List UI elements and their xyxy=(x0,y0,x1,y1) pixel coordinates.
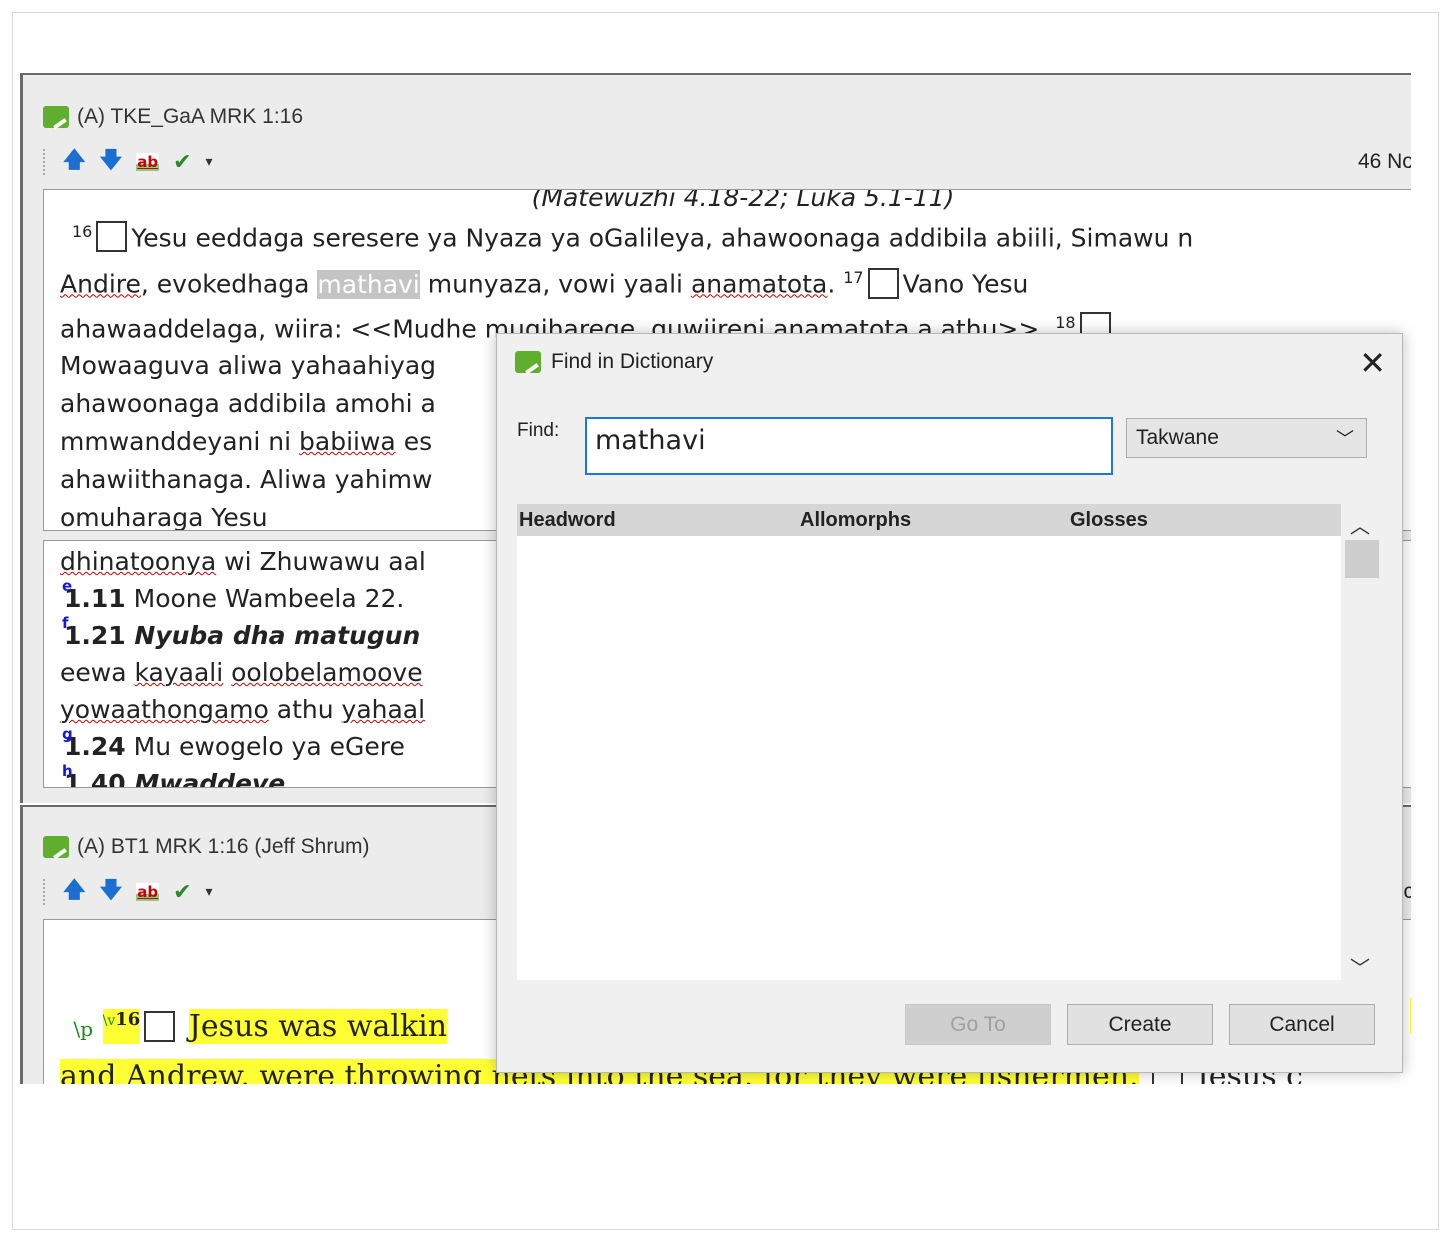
selected-word[interactable]: mathavi xyxy=(317,269,420,299)
chevron-down-icon: ﹀ xyxy=(1336,429,1354,449)
column-headword[interactable]: Headword xyxy=(519,509,616,532)
clipped-text: i xyxy=(1410,471,1411,500)
text-line: 16 Yesu eeddaga seresere ya Nyaza ya oGal… xyxy=(71,221,1194,253)
window-title-bar[interactable]: (A) BT1 MRK 1:16 (Jeff Shrum) xyxy=(43,832,370,862)
verse-checkbox[interactable] xyxy=(96,221,128,253)
column-glosses[interactable]: Glosses xyxy=(1070,509,1148,532)
language-selected: Takwane xyxy=(1136,426,1219,449)
arrow-down-icon[interactable]: 🡇 xyxy=(100,873,123,911)
window-toolbar: 🡅 🡇 ab ✔ ▾ 46 No xyxy=(43,147,1411,177)
paratext-leaf-icon xyxy=(43,836,69,858)
verse-checkbox[interactable] xyxy=(867,267,899,299)
create-button[interactable]: Create xyxy=(1067,1004,1213,1045)
go-to-button[interactable]: Go To xyxy=(905,1004,1051,1045)
window-title: (A) TKE_GaA MRK 1:16 xyxy=(77,105,304,128)
verse-checkbox[interactable] xyxy=(144,1011,176,1042)
find-label: Find: xyxy=(517,420,560,441)
notes-count[interactable]: c xyxy=(1404,880,1412,904)
toolbar-grip[interactable] xyxy=(43,879,49,905)
arrow-up-icon[interactable]: 🡅 xyxy=(63,143,86,181)
scrollbar-thumb[interactable] xyxy=(1345,540,1379,578)
clipped-text: r xyxy=(1410,998,1411,1033)
text-line: Andire, evokedhaga mathavi munyaza, vowi… xyxy=(60,267,1029,299)
chevron-down-icon[interactable]: ▾ xyxy=(206,154,213,170)
column-allomorphs[interactable]: Allomorphs xyxy=(800,509,911,532)
spell-check-icon[interactable]: ab xyxy=(136,883,160,901)
footnote-marker[interactable]: f xyxy=(62,605,69,642)
checkmark-icon[interactable]: ✔ xyxy=(173,150,191,175)
footnote-marker[interactable]: g xyxy=(62,716,73,753)
clipped-text: u xyxy=(1410,357,1411,386)
chevron-up-icon[interactable]: ︿ xyxy=(1350,510,1370,539)
results-list[interactable]: Headword Allomorphs Glosses ︿ ﹀ xyxy=(517,504,1379,980)
close-icon[interactable]: ✕ xyxy=(1359,344,1386,382)
paratext-leaf-icon xyxy=(43,106,69,128)
paratext-leaf-icon xyxy=(515,351,541,373)
dialog-title: Find in Dictionary xyxy=(551,350,714,373)
footnote-marker[interactable]: h xyxy=(62,753,73,787)
toolbar-grip[interactable] xyxy=(43,149,49,175)
window-title-bar[interactable]: (A) TKE_GaA MRK 1:16 xyxy=(43,102,303,132)
notes-count[interactable]: 46 No xyxy=(1358,150,1411,174)
dialog-title-bar[interactable]: Find in Dictionary xyxy=(515,350,713,374)
spell-check-icon[interactable]: ab xyxy=(136,153,160,171)
chevron-down-icon[interactable]: ▾ xyxy=(206,884,213,900)
cancel-button[interactable]: Cancel xyxy=(1229,1004,1375,1045)
language-dropdown[interactable]: Takwane ﹀ xyxy=(1126,418,1367,458)
window-title: (A) BT1 MRK 1:16 (Jeff Shrum) xyxy=(77,835,370,858)
arrow-up-icon[interactable]: 🡅 xyxy=(63,873,86,911)
checkmark-icon[interactable]: ✔ xyxy=(173,880,191,905)
section-reference-heading: (Matewuzhi 4.18-22; Luka 5.1-11) xyxy=(531,189,955,212)
footnote-marker[interactable]: e xyxy=(62,568,72,605)
find-input[interactable]: mathavi xyxy=(585,417,1113,475)
chevron-down-icon[interactable]: ﹀ xyxy=(1350,952,1370,981)
vertical-scrollbar[interactable]: ︿ ﹀ xyxy=(1341,504,1379,980)
arrow-down-icon[interactable]: 🡇 xyxy=(100,143,123,181)
clipped-text: s xyxy=(1410,641,1411,670)
find-in-dictionary-dialog: Find in Dictionary ✕ Find: mathavi Takwa… xyxy=(496,333,1403,1073)
list-header: Headword Allomorphs Glosses xyxy=(517,504,1341,536)
